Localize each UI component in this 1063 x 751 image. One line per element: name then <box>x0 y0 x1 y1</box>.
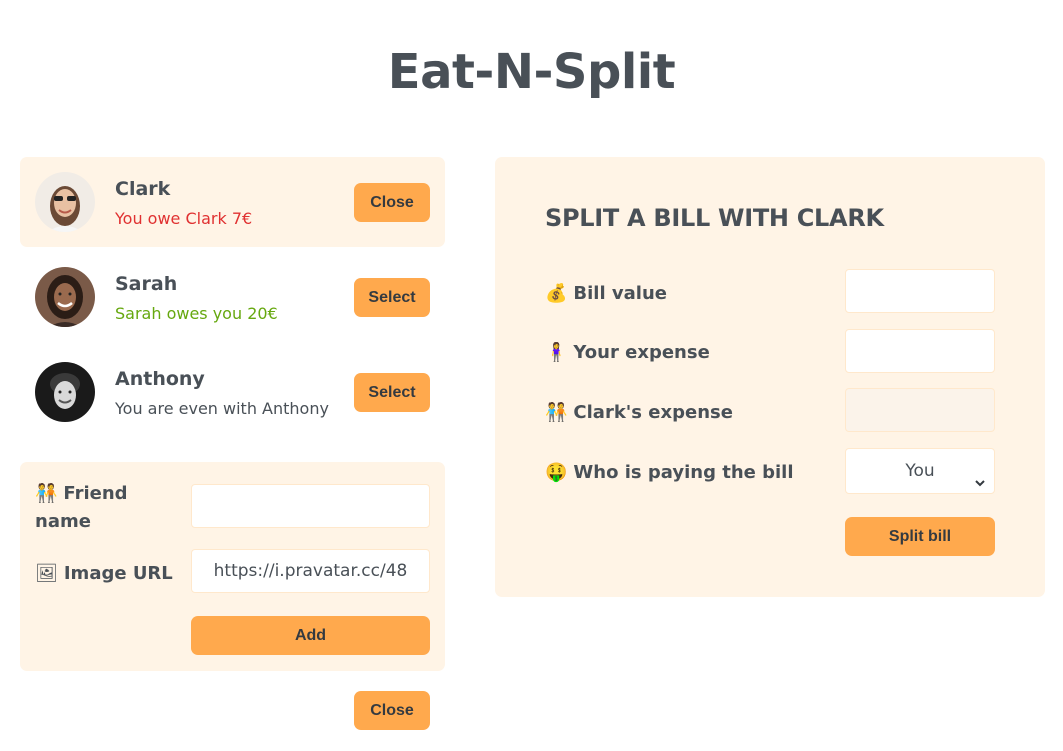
select-button[interactable]: Select <box>354 373 430 412</box>
money-mouth-face-icon: 🤑 <box>545 462 568 483</box>
split-bill-form: SPLIT A BILL WITH CLARK 💰 Bill value 🧍‍♀️… <box>495 157 1045 597</box>
people-holding-hands-icon: 🧑‍🤝‍🧑 <box>35 483 58 504</box>
bill-value-input[interactable] <box>845 269 995 313</box>
payer-select[interactable]: You <box>845 448 995 494</box>
woman-standing-icon: 🧍‍♀️ <box>545 342 568 363</box>
friend-name: Anthony <box>115 368 205 390</box>
friend-name: Clark <box>115 178 171 200</box>
split-form-title: SPLIT A BILL WITH CLARK <box>545 204 884 232</box>
close-button[interactable]: Close <box>354 183 430 222</box>
friend-balance-status: Sarah owes you 20€ <box>115 304 278 323</box>
select-button[interactable]: Select <box>354 278 430 317</box>
avatar <box>35 267 95 327</box>
friend-balance-status: You are even with Anthony <box>115 399 329 418</box>
friend-expense-input <box>845 388 995 432</box>
friend-balance-status: You owe Clark 7€ <box>115 209 253 228</box>
friend-item-sarah: Sarah Sarah owes you 20€ Select <box>20 252 445 342</box>
split-bill-button[interactable]: Split bill <box>845 517 995 556</box>
payer-label: 🤑 Who is paying the bill <box>545 462 794 483</box>
friend-name-label: 🧑‍🤝‍🧑 Friend name <box>35 483 128 532</box>
chevron-down-icon <box>974 463 986 507</box>
avatar <box>35 362 95 422</box>
payer-selected-value: You <box>905 461 935 481</box>
friend-name: Sarah <box>115 273 178 295</box>
framed-picture-icon: 🖼 <box>35 563 58 584</box>
friend-item-clark: Clark You owe Clark 7€ Close <box>20 157 445 247</box>
add-friend-button[interactable]: Add <box>191 616 430 655</box>
your-expense-label: 🧍‍♀️ Your expense <box>545 342 710 363</box>
add-friend-form: 🧑‍🤝‍🧑Friend name 🖼Image URL Add <box>20 462 445 671</box>
bill-value-label: 💰 Bill value <box>545 283 667 304</box>
money-bag-icon: 💰 <box>545 283 568 304</box>
image-url-input[interactable] <box>191 549 430 593</box>
friend-item-anthony: Anthony You are even with Anthony Select <box>20 347 445 437</box>
image-url-label: 🖼 Image URL <box>35 563 173 584</box>
your-expense-input[interactable] <box>845 329 995 373</box>
app-title: Eat-N-Split <box>387 44 676 100</box>
people-holding-hands-icon: 🧑‍🤝‍🧑 <box>545 402 568 423</box>
close-add-form-button[interactable]: Close <box>354 691 430 730</box>
friend-name-input[interactable] <box>191 484 430 528</box>
avatar <box>35 172 95 232</box>
friend-expense-label: 🧑‍🤝‍🧑 Clark's expense <box>545 402 733 423</box>
